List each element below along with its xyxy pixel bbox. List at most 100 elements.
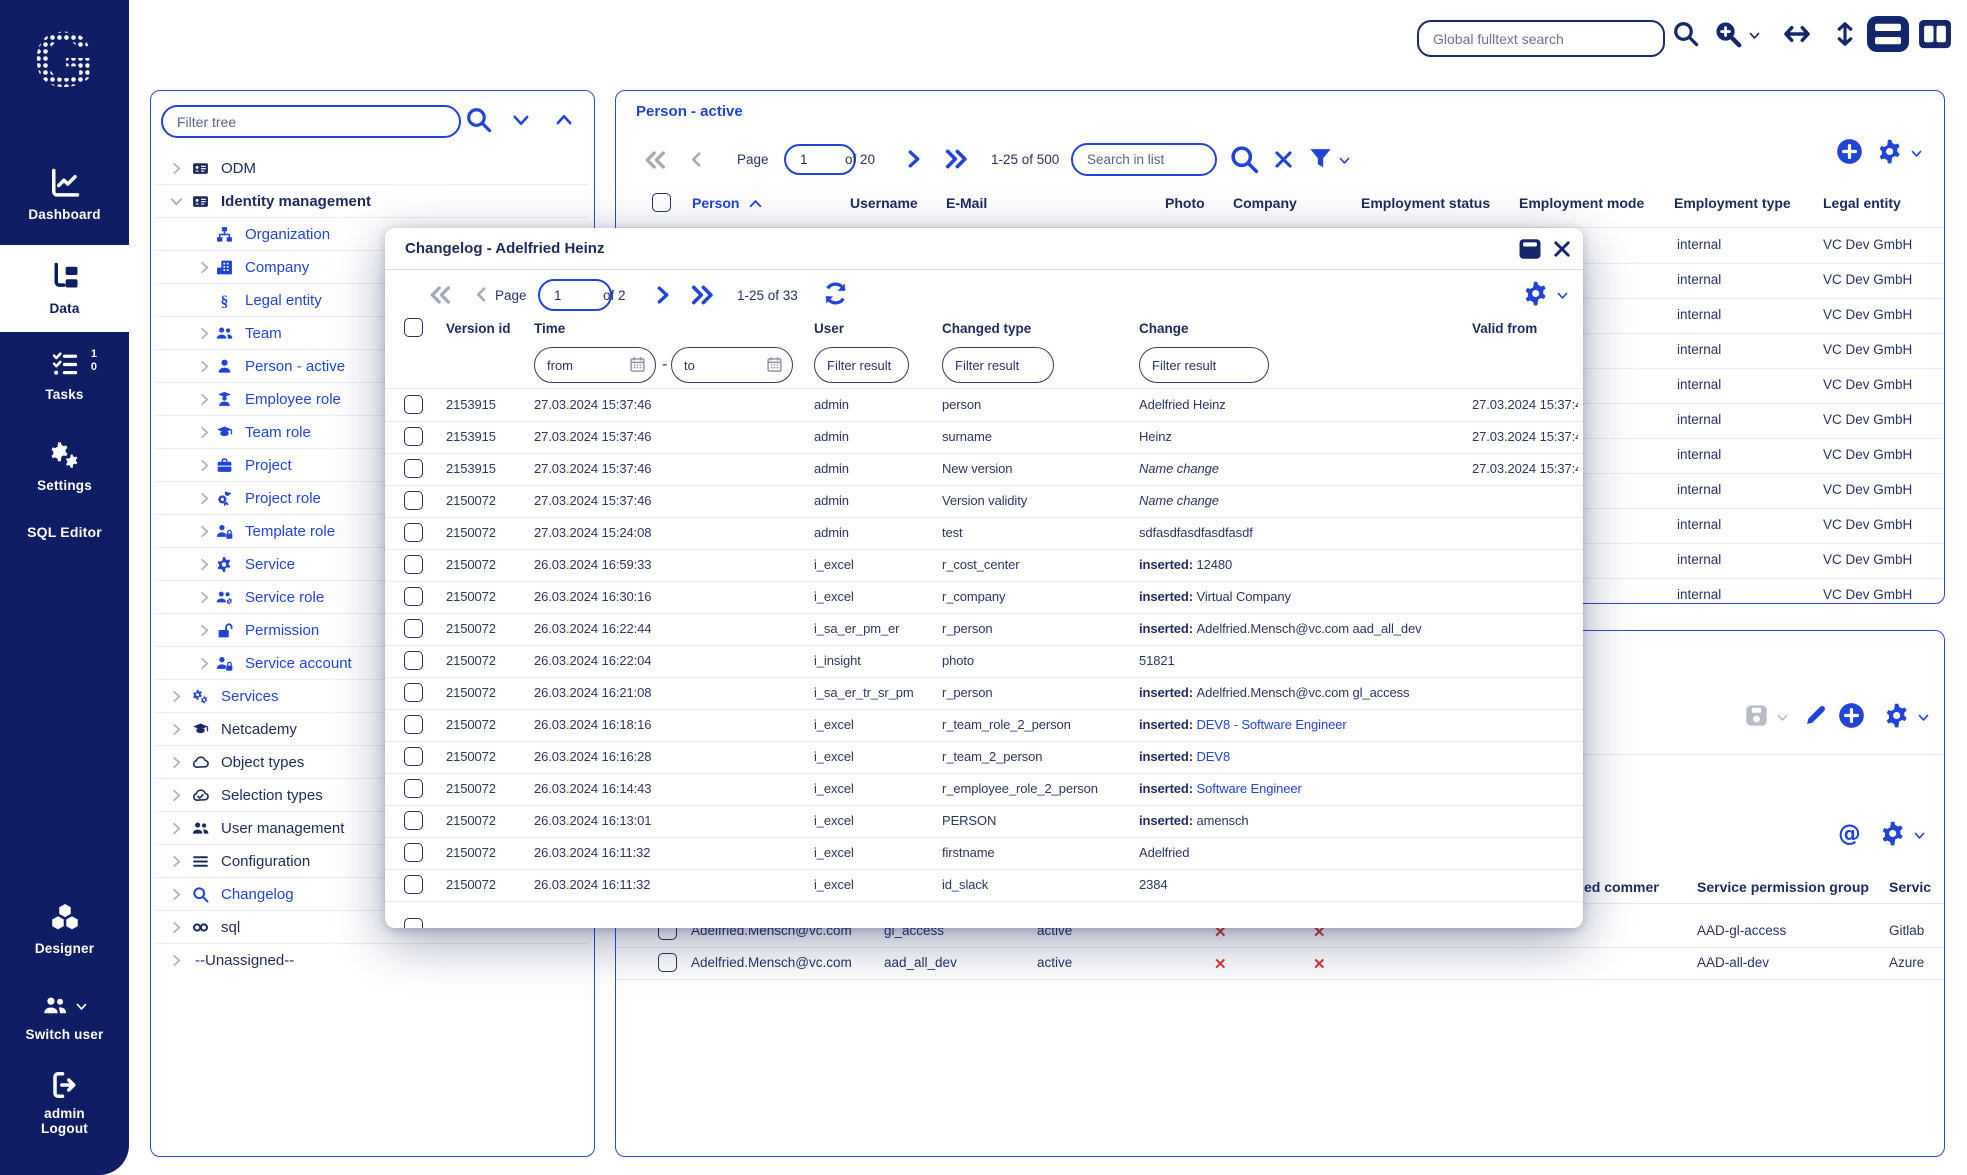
chevron-right-icon[interactable]	[197, 524, 212, 539]
logout-button[interactable]: admin Logout	[0, 1070, 129, 1136]
next-page-icon[interactable]	[653, 285, 673, 305]
changed-type-filter-input[interactable]	[942, 347, 1054, 383]
changelog-row[interactable]: 2150072 26.03.2024 16:22:44 i_sa_er_pm_er r…	[385, 613, 1583, 646]
col-employment-status[interactable]: Employment status	[1361, 195, 1490, 211]
row-checkbox[interactable]	[404, 555, 423, 574]
chevron-down-icon[interactable]	[169, 194, 184, 209]
chevron-right-icon[interactable]	[169, 854, 184, 869]
chevron-right-icon[interactable]	[197, 425, 212, 440]
dock-window-icon[interactable]	[1518, 237, 1542, 261]
col-legal-entity[interactable]: Legal entity	[1823, 195, 1901, 211]
search-icon[interactable]	[1672, 20, 1699, 47]
changelog-row[interactable]: 2150072 26.03.2024 16:16:28 i_excel r_team_…	[385, 741, 1583, 774]
view-rows-icon[interactable]	[1866, 15, 1910, 53]
col-email[interactable]: E-Mail	[946, 195, 987, 211]
row-checkbox[interactable]	[404, 491, 423, 510]
col-company[interactable]: Company	[1233, 195, 1297, 211]
link-icon[interactable]: @	[1837, 821, 1862, 846]
row-checkbox[interactable]	[404, 843, 423, 862]
chevron-right-icon[interactable]	[197, 623, 212, 638]
row-checkbox[interactable]	[404, 395, 423, 414]
row-checkbox[interactable]	[404, 683, 423, 702]
row-checkbox[interactable]	[404, 427, 423, 446]
save-icon[interactable]	[1744, 703, 1769, 728]
change-link[interactable]: DEV8	[1197, 749, 1231, 764]
chevron-right-icon[interactable]	[197, 590, 212, 605]
col-time[interactable]: Time	[534, 321, 565, 336]
chevron-right-icon[interactable]	[169, 755, 184, 770]
sidebar-item-tasks[interactable]: 10 Tasks	[0, 348, 129, 402]
add-row-icon[interactable]	[1836, 138, 1863, 165]
refresh-icon[interactable]	[823, 281, 848, 306]
service-row[interactable]: Adelfried.Mensch@vc.com aad_all_dev active…	[616, 947, 1944, 980]
row-checkbox[interactable]	[404, 619, 423, 638]
changelog-row[interactable]: 2150072 26.03.2024 16:59:33 i_excel r_cost_…	[385, 549, 1583, 582]
chevron-right-icon[interactable]	[169, 920, 184, 935]
expand-all-icon[interactable]	[554, 110, 574, 130]
row-checkbox[interactable]	[404, 459, 423, 478]
chevron-right-icon[interactable]	[197, 326, 212, 341]
col-photo[interactable]: Photo	[1165, 195, 1205, 211]
collapse-all-icon[interactable]	[511, 110, 531, 130]
chevron-down-icon[interactable]	[1748, 29, 1761, 42]
changelog-row[interactable]: 2150072 26.03.2024 16:11:32 i_excel id_slac…	[385, 869, 1583, 902]
chevron-down-icon[interactable]	[1776, 711, 1789, 724]
sidebar-item-dashboard[interactable]: Dashboard	[0, 168, 129, 222]
changelog-row[interactable]: 2150072 26.03.2024 16:13:01 i_excel PERSON i…	[385, 805, 1583, 838]
sidebar-item-sql-editor[interactable]: SQL Editor	[0, 524, 129, 540]
col-service-permission-group[interactable]: Service permission group	[1697, 879, 1869, 895]
clear-search-icon[interactable]	[1273, 149, 1294, 170]
tree-item-identity-management[interactable]: Identity management	[155, 185, 588, 218]
edit-pencil-icon[interactable]	[1804, 703, 1828, 727]
changelog-row[interactable]: 2153915 27.03.2024 15:37:46 admin New versi…	[385, 453, 1583, 486]
change-link[interactable]: DEV8 - Software Engineer	[1197, 717, 1347, 732]
chevron-right-icon[interactable]	[169, 821, 184, 836]
chevron-right-icon[interactable]	[169, 887, 184, 902]
changelog-row[interactable]: 2150072 27.03.2024 15:37:46 admin Version v…	[385, 485, 1583, 518]
view-columns-icon[interactable]	[1918, 19, 1952, 49]
changelog-row[interactable]: 2150072 26.03.2024 16:14:43 i_excel r_emplo…	[385, 773, 1583, 806]
swap-vertical-icon[interactable]	[1834, 18, 1856, 50]
row-checkbox[interactable]	[404, 747, 423, 766]
filter-funnel-icon[interactable]	[1308, 146, 1333, 171]
next-page-icon[interactable]	[904, 149, 924, 169]
row-checkbox[interactable]	[404, 875, 423, 894]
chevron-right-icon[interactable]	[197, 359, 212, 374]
col-employment-type[interactable]: Employment type	[1674, 195, 1791, 211]
user-filter-input[interactable]	[814, 347, 909, 383]
col-employment-mode[interactable]: Employment mode	[1519, 195, 1644, 211]
row-checkbox[interactable]	[404, 918, 423, 928]
row-checkbox[interactable]	[404, 651, 423, 670]
close-icon[interactable]	[1552, 239, 1572, 259]
swap-horizontal-icon[interactable]	[1782, 22, 1812, 46]
col-version-id[interactable]: Version id	[446, 321, 511, 336]
sidebar-item-data[interactable]: Data	[0, 245, 129, 332]
global-search-input[interactable]	[1417, 20, 1665, 57]
chevron-down-icon[interactable]	[1556, 289, 1569, 302]
chevron-down-icon[interactable]	[1917, 711, 1930, 724]
prev-page-icon[interactable]	[473, 286, 490, 303]
chevron-down-icon[interactable]	[1910, 147, 1923, 160]
change-filter-input[interactable]	[1139, 347, 1269, 383]
chevron-right-icon[interactable]	[197, 491, 212, 506]
table-settings-icon[interactable]	[1877, 138, 1904, 165]
chevron-right-icon[interactable]	[169, 161, 184, 176]
calendar-icon[interactable]	[766, 356, 783, 373]
switch-user-button[interactable]: Switch user	[0, 994, 129, 1042]
chevron-right-icon[interactable]	[197, 458, 212, 473]
select-all-checkbox[interactable]	[652, 193, 671, 212]
list-search-input[interactable]	[1071, 143, 1217, 176]
modal-settings-icon[interactable]	[1523, 280, 1550, 307]
add-icon[interactable]	[1838, 702, 1865, 729]
row-checkbox[interactable]	[404, 523, 423, 542]
settings-gear-icon[interactable]	[1884, 702, 1911, 729]
chevron-right-icon[interactable]	[197, 656, 212, 671]
sidebar-item-designer[interactable]: Designer	[0, 902, 129, 956]
col-user[interactable]: User	[814, 321, 844, 336]
row-checkbox[interactable]	[404, 811, 423, 830]
row-checkbox[interactable]	[658, 953, 677, 972]
changelog-row[interactable]: 2150072 27.03.2024 15:24:08 admin test sdfas…	[385, 517, 1583, 550]
chevron-right-icon[interactable]	[169, 953, 184, 968]
sidebar-item-settings[interactable]: Settings	[0, 441, 129, 493]
row-checkbox[interactable]	[404, 779, 423, 798]
